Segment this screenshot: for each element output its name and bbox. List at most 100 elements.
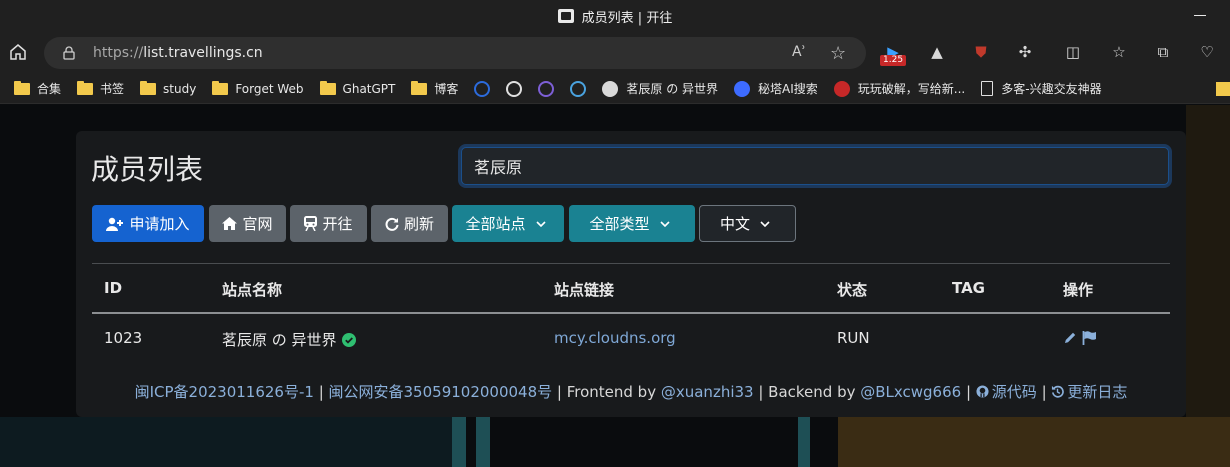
- bookmarks-bar: 合集 书签 study Forget Web GhatGPT 博客 茗辰原 の 异世界 秘塔A…: [0, 74, 1230, 104]
- travel-button[interactable]: 开往: [290, 205, 367, 242]
- row-actions: [1063, 331, 1097, 345]
- bookmark-label: GhatGPT: [342, 81, 396, 96]
- refresh-button[interactable]: 刷新: [371, 205, 448, 242]
- page-icon: [981, 81, 994, 96]
- verified-check-icon: [341, 332, 356, 347]
- row-site-link[interactable]: mcy.cloudns.org: [554, 329, 676, 347]
- backend-author-link[interactable]: @BLxcwg666: [860, 383, 961, 401]
- home-icon: [10, 44, 26, 60]
- seal-favicon-icon: [833, 80, 850, 97]
- apply-join-button[interactable]: 申请加入: [92, 205, 204, 242]
- edit-pencil-icon[interactable]: [1063, 331, 1077, 345]
- official-site-button[interactable]: 官网: [209, 205, 286, 242]
- split-screen-icon[interactable]: ◫: [1060, 40, 1086, 64]
- search-input[interactable]: [461, 147, 1169, 185]
- table-header: ID 站点名称 站点链接 状态 TAG 操作: [92, 264, 1170, 312]
- folder-icon: [140, 80, 157, 95]
- bookmark-item[interactable]: 博客: [411, 80, 458, 97]
- extensions-puzzle-icon[interactable]: ✣: [1012, 40, 1038, 64]
- row-status: RUN: [837, 329, 870, 347]
- collections-icon[interactable]: ⧉: [1150, 40, 1176, 64]
- bookmark-label: 合集: [37, 82, 62, 96]
- header-id: ID: [104, 279, 123, 297]
- police-record-link[interactable]: 闽公网安备35059102000048号: [329, 383, 553, 401]
- wifi-favicon-icon[interactable]: [570, 80, 587, 97]
- speedometer-icon[interactable]: [506, 80, 523, 97]
- source-code-label: 源代码: [991, 383, 1037, 401]
- bookmark-item[interactable]: 玩玩破解，写给新...: [833, 80, 966, 97]
- refresh-icon: [385, 217, 399, 231]
- read-aloud-icon[interactable]: Aʾ: [792, 44, 806, 60]
- url-text[interactable]: https://list.travellings.cn: [93, 45, 263, 61]
- bookmark-label: study: [163, 81, 197, 96]
- footer-separator: |: [961, 383, 976, 401]
- table-row: 1023 茗辰原 の 异世界 mcy.cloudns.org RUN: [92, 314, 1170, 362]
- background-decoration: [798, 417, 810, 467]
- bookmark-item[interactable]: study: [140, 80, 197, 96]
- history-icon: [1052, 385, 1065, 398]
- ublock-icon[interactable]: ⛊: [968, 40, 994, 64]
- folder-icon: [77, 80, 94, 95]
- changelog-label: 更新日志: [1067, 383, 1128, 401]
- window-title: 成员列表 | 开往: [581, 10, 673, 26]
- bookmark-item[interactable]: Forget Web: [212, 80, 304, 96]
- puzzle-favicon-icon[interactable]: [538, 80, 555, 97]
- loading-icon[interactable]: [474, 80, 491, 97]
- url-protocol: https://: [93, 45, 144, 61]
- extension-badge: 1.25: [880, 55, 907, 66]
- changelog-link[interactable]: 更新日志: [1051, 383, 1127, 401]
- icp-link[interactable]: 闽ICP备2023011626号-1: [135, 383, 314, 401]
- bookmark-label: Forget Web: [235, 81, 304, 96]
- bookmark-label: 秘塔AI搜索: [758, 82, 818, 96]
- bookmark-item[interactable]: 茗辰原 の 异世界: [602, 80, 718, 97]
- favorites-icon[interactable]: ☆: [1106, 40, 1132, 64]
- folder-icon: [411, 80, 428, 95]
- minimize-icon[interactable]: [1194, 15, 1206, 16]
- source-code-link[interactable]: 源代码: [976, 383, 1037, 401]
- background-decoration: [452, 417, 466, 467]
- extension-mountain-icon[interactable]: ▲: [924, 40, 950, 64]
- url-host: list.travellings.cn: [143, 45, 263, 61]
- bookmark-item[interactable]: 多客-兴趣交友神器: [981, 80, 1102, 97]
- bookmark-label: 博客: [434, 82, 459, 96]
- report-flag-icon[interactable]: [1082, 331, 1097, 345]
- bookmark-item[interactable]: 秘塔AI搜索: [734, 80, 818, 97]
- user-plus-icon: [106, 217, 124, 231]
- row-site-name-cell: 茗辰原 の 异世界: [222, 329, 356, 350]
- header-status: 状态: [837, 281, 868, 299]
- row-site-name: 茗辰原 の 异世界: [222, 331, 337, 349]
- folder-icon: [14, 80, 30, 95]
- frontend-author-link[interactable]: @xuanzhi33: [661, 383, 754, 401]
- refresh-label: 刷新: [403, 215, 434, 233]
- page-viewport: 成员列表 申请加入 官网 开往 刷新 全部站点 全部类型 中文: [0, 105, 1230, 467]
- address-toolbar: https://list.travellings.cn Aʾ ☆ ▶ 1.25 …: [0, 32, 1230, 74]
- lock-icon[interactable]: [63, 46, 75, 60]
- folder-icon: [319, 80, 336, 95]
- url-bar[interactable]: https://list.travellings.cn Aʾ ☆: [44, 37, 866, 69]
- footer-frontend-text: | Frontend by: [552, 383, 661, 401]
- chevron-down-icon: [760, 220, 770, 227]
- footer-backend-text: | Backend by: [753, 383, 861, 401]
- language-select[interactable]: 中文: [699, 205, 796, 242]
- language-value: 中文: [719, 215, 750, 233]
- chevron-down-icon: [659, 220, 670, 227]
- row-id: 1023: [104, 329, 143, 347]
- bookmarks-overflow-folder-icon[interactable]: [1216, 82, 1230, 96]
- travel-label: 开往: [322, 215, 353, 233]
- site-filter-select[interactable]: 全部站点: [452, 205, 564, 242]
- avatar-favicon-icon: [602, 80, 619, 97]
- bookmark-label: 玩玩破解，写给新...: [857, 82, 966, 96]
- performance-icon[interactable]: ♡: [1194, 40, 1220, 64]
- bookmark-label: 茗辰原 の 异世界: [626, 82, 719, 96]
- type-filter-select[interactable]: 全部类型: [569, 205, 695, 242]
- header-tag: TAG: [952, 279, 985, 297]
- bookmark-item[interactable]: GhatGPT: [319, 80, 396, 96]
- background-decoration: [1186, 105, 1230, 417]
- home-button[interactable]: [6, 40, 30, 64]
- bookmark-item[interactable]: 合集: [14, 80, 61, 97]
- favorite-star-icon[interactable]: ☆: [830, 43, 846, 64]
- header-site-name: 站点名称: [222, 281, 283, 299]
- train-icon: [304, 216, 318, 231]
- window-titlebar: 成员列表 | 开往: [0, 0, 1230, 32]
- bookmark-item[interactable]: 书签: [77, 80, 124, 97]
